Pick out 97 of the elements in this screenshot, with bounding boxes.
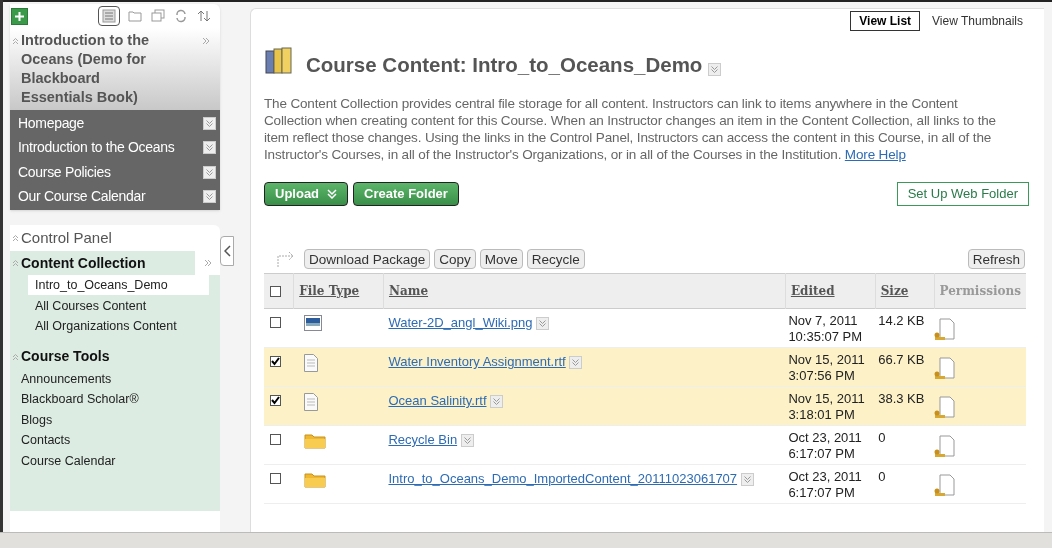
folder-icon (303, 432, 326, 449)
edited-date: Oct 23, 2011 (788, 430, 863, 446)
more-help-link[interactable]: More Help (844, 147, 906, 162)
checkbox[interactable] (270, 473, 281, 484)
item-dropdown-icon[interactable] (569, 356, 583, 370)
checkbox[interactable] (270, 356, 281, 367)
edited-date: 10:35:07 PM (788, 329, 864, 345)
folder-icon (303, 471, 326, 488)
item-dropdown-icon[interactable] (536, 317, 550, 331)
file-name-link[interactable]: Intro_to_Oceans_Demo_ImportedContent_20111023061707 (388, 471, 738, 486)
file-size: 0 (878, 430, 886, 445)
view-toggle-tab[interactable]: View Thumbnails (924, 11, 1031, 31)
control-panel-link[interactable]: Blogs (21, 409, 53, 430)
file-size: 66.7 KB (878, 352, 925, 367)
menu-dropdown-icon[interactable] (203, 116, 216, 130)
permissions-icon[interactable] (934, 434, 958, 458)
course-menu-item[interactable]: Our Course Calendar (10, 184, 220, 209)
menu-dropdown-icon[interactable] (203, 165, 216, 179)
course-title: Introduction to the Oceans (Demo for Blackboard Essentials Book) (21, 31, 151, 107)
edited-date: 3:07:56 PM (788, 368, 856, 384)
windows-icon (151, 9, 165, 23)
edited-date: Nov 15, 2011 (788, 352, 866, 368)
control-panel-link[interactable]: Course Calendar (21, 450, 116, 471)
file-size: 14.2 KB (878, 313, 925, 328)
item-dropdown-icon[interactable] (460, 434, 474, 448)
view-toggle-tab[interactable]: View List (850, 11, 921, 31)
permissions-icon[interactable] (934, 395, 958, 419)
description-paragraph: The Content Collection provides central file storage for all content. Instructors can link to items anywhere in the Content Collection when creating content for this Course. When an Instructor changes an item in the Content Collection, all links to the item reflect those changes. Using the links in the Control Panel, Instructors can access the content in this Course, in all of the Instructor's Courses, in all of the Instructor's Organizations, or in all of the Courses in the Institution. More Help (264, 95, 997, 163)
control-panel-link[interactable]: Announcements (21, 368, 112, 389)
section-title[interactable]: Course Tools (21, 346, 110, 367)
image-file-icon (303, 315, 322, 331)
toolbar-button[interactable]: Download Package (304, 249, 431, 269)
edited-date: Nov 15, 2011 (788, 391, 866, 407)
file-size: 0 (878, 469, 886, 484)
control-panel-title: Control Panel (21, 227, 112, 248)
collapse-tab[interactable] (220, 236, 234, 266)
collapse-icon[interactable] (12, 37, 19, 45)
collapse-icon[interactable] (12, 234, 19, 242)
file-name-link[interactable]: Recycle Bin (388, 432, 458, 447)
toolbar-button[interactable]: Recycle (526, 249, 585, 269)
edited-date: Oct 23, 2011 (788, 469, 863, 485)
file-size: 38.3 KB (878, 391, 925, 406)
collapse-icon[interactable] (12, 352, 19, 361)
edited-date: 6:17:07 PM (788, 485, 856, 501)
arrow-icon (276, 250, 296, 268)
control-panel-link[interactable]: All Organizations Content (28, 316, 177, 337)
edited-date: 6:17:07 PM (788, 446, 856, 462)
list-icon (102, 9, 116, 23)
books-icon (264, 46, 294, 76)
double-chevron-right-icon[interactable] (202, 37, 210, 45)
toolbar-button[interactable]: Copy (434, 249, 476, 269)
column-header[interactable]: Size (880, 284, 909, 298)
horizontal-scrollbar[interactable] (0, 532, 1052, 548)
control-panel-link[interactable]: Intro_to_Oceans_Demo (28, 275, 209, 296)
add-button[interactable] (11, 7, 28, 25)
double-chevron-right-icon[interactable] (203, 259, 212, 267)
column-header[interactable]: Name (388, 284, 429, 298)
chevron-left-icon (223, 245, 231, 257)
column-header: Permissions (939, 284, 1021, 298)
plus-icon (15, 11, 24, 21)
control-panel-link[interactable]: All Courses Content (28, 295, 147, 316)
document-icon (303, 354, 318, 372)
course-menu-item[interactable]: Course Policies (10, 160, 220, 185)
edited-date: 3:18:01 PM (788, 407, 856, 423)
permissions-icon[interactable] (934, 317, 958, 341)
collapse-icon[interactable] (12, 259, 19, 267)
checkbox[interactable] (270, 285, 281, 297)
control-panel-link[interactable]: Blackboard Scholar® (21, 389, 139, 410)
toolbar-button[interactable]: Move (479, 249, 523, 269)
course-menu-item[interactable]: Introduction to the Oceans (10, 135, 220, 160)
refresh-button[interactable]: Refresh (967, 249, 1025, 269)
permissions-icon[interactable] (934, 473, 958, 497)
file-name-link[interactable]: Water Inventory Assignment.rtf (388, 354, 566, 369)
document-icon (303, 393, 318, 411)
folder-icon (128, 9, 142, 23)
page-title: Course Content: Intro_to_Oceans_Demo (306, 51, 703, 78)
title-dropdown-icon[interactable] (708, 62, 722, 76)
section-title[interactable]: Content Collection (21, 252, 146, 274)
menu-dropdown-icon[interactable] (203, 190, 216, 204)
column-header[interactable]: File Type (299, 284, 360, 298)
refresh-icon (174, 9, 188, 23)
item-dropdown-icon[interactable] (740, 473, 754, 487)
permissions-icon[interactable] (934, 356, 958, 380)
menu-dropdown-icon[interactable] (203, 141, 216, 155)
sort-arrows-icon (197, 9, 211, 23)
checkbox[interactable] (270, 395, 281, 406)
course-menu-item[interactable]: Homepage (10, 111, 220, 136)
checkbox[interactable] (270, 434, 281, 445)
checkbox[interactable] (270, 317, 281, 328)
edited-date: Nov 7, 2011 (788, 313, 859, 329)
column-header[interactable]: Edited (790, 284, 835, 298)
item-dropdown-icon[interactable] (490, 395, 504, 409)
control-panel-link[interactable]: Contacts (21, 430, 71, 451)
file-name-link[interactable]: Ocean Salinity.rtf (388, 393, 487, 408)
set-up-web-folder-button[interactable]: Set Up Web Folder (896, 182, 1029, 206)
file-name-link[interactable]: Water-2D_angl_Wiki.png (388, 315, 533, 330)
list-button[interactable] (98, 6, 120, 26)
